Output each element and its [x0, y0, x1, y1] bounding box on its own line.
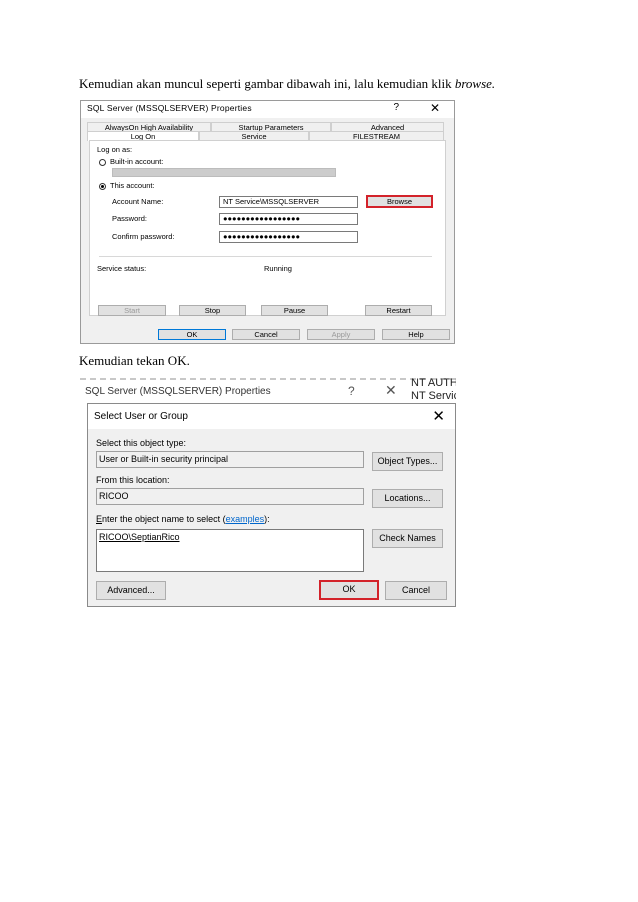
- object-name-input[interactable]: RICOO\SeptianRico: [96, 529, 364, 572]
- divider: [99, 256, 432, 257]
- confirm-password-field[interactable]: ●●●●●●●●●●●●●●●●●: [219, 231, 358, 243]
- password-field[interactable]: ●●●●●●●●●●●●●●●●●: [219, 213, 358, 225]
- object-name-value: RICOO\SeptianRico: [99, 532, 180, 542]
- cancel-button[interactable]: Cancel: [232, 329, 300, 340]
- location-field: RICOO: [96, 488, 364, 505]
- close-icon[interactable]: ✕: [430, 101, 440, 115]
- service-status-value: Running: [264, 264, 292, 273]
- log-on-panel: [89, 140, 446, 316]
- locations-button[interactable]: Locations...: [372, 489, 443, 508]
- background-close-icon: ✕: [385, 382, 397, 398]
- background-account-text-1: NT AUTHC: [411, 378, 456, 389]
- dialog-titlebar: SQL Server (MSSQLSERVER) Properties ? ✕: [81, 101, 454, 118]
- object-type-label: Select this object type:: [96, 438, 187, 448]
- service-status-label: Service status:: [97, 264, 147, 273]
- ok-button[interactable]: OK: [158, 329, 226, 340]
- account-name-field[interactable]: NT Service\MSSQLSERVER: [219, 196, 358, 208]
- start-button[interactable]: Start: [98, 305, 166, 316]
- account-name-label: Account Name:: [112, 197, 164, 206]
- object-types-button[interactable]: Object Types...: [372, 452, 443, 471]
- dialog-title: Select User or Group: [94, 411, 188, 422]
- dialog-titlebar: Select User or Group ✕: [88, 404, 455, 429]
- close-icon[interactable]: ✕: [432, 407, 445, 425]
- cancel-button[interactable]: Cancel: [385, 581, 447, 600]
- browse-button[interactable]: Browse: [366, 195, 433, 208]
- instruction-emphasis: browse.: [454, 76, 496, 91]
- builtin-account-select: [112, 168, 336, 177]
- ok-button[interactable]: OK: [319, 580, 379, 600]
- instruction-paragraph-2: Kemudian tekan OK.: [79, 353, 190, 368]
- instruction-paragraph-1: Kemudian akan muncul seperti gambar diba…: [79, 76, 495, 92]
- instruction-text: Kemudian akan muncul seperti gambar diba…: [79, 76, 455, 91]
- log-on-as-label: Log on as:: [97, 145, 133, 154]
- builtin-account-label: Built-in account:: [110, 157, 164, 166]
- object-type-field: User or Built-in security principal: [96, 451, 364, 468]
- restart-button[interactable]: Restart: [365, 305, 432, 316]
- check-names-button[interactable]: Check Names: [372, 529, 443, 548]
- object-name-label-text: nter the object name to select (: [102, 514, 226, 524]
- background-window-edge: [80, 378, 456, 380]
- builtin-account-radio[interactable]: [99, 159, 106, 166]
- help-button[interactable]: Help: [382, 329, 450, 340]
- this-account-radio[interactable]: [99, 183, 106, 190]
- sql-server-properties-screenshot: SQL Server (MSSQLSERVER) Properties ? ✕ …: [80, 100, 455, 344]
- dialog-title: SQL Server (MSSQLSERVER) Properties: [87, 103, 252, 113]
- object-name-label-end: ):: [264, 514, 270, 524]
- select-user-dialog: Select User or Group ✕ Select this objec…: [87, 403, 456, 607]
- background-account-text-2: NT Service': [411, 390, 456, 402]
- location-label: From this location:: [96, 475, 170, 485]
- this-account-label: This account:: [110, 181, 155, 190]
- advanced-button[interactable]: Advanced...: [96, 581, 166, 600]
- help-icon[interactable]: ?: [393, 102, 399, 113]
- apply-button[interactable]: Apply: [307, 329, 375, 340]
- background-dialog-title: SQL Server (MSSQLSERVER) Properties: [85, 386, 271, 397]
- object-name-label: Enter the object name to select (example…: [96, 514, 270, 524]
- examples-link[interactable]: examples: [226, 514, 265, 524]
- pause-button[interactable]: Pause: [261, 305, 328, 316]
- confirm-password-label: Confirm password:: [112, 232, 175, 241]
- stop-button[interactable]: Stop: [179, 305, 246, 316]
- select-user-or-group-screenshot: SQL Server (MSSQLSERVER) Properties ? ✕ …: [80, 378, 456, 607]
- background-help-icon: ?: [348, 384, 355, 398]
- password-label: Password:: [112, 214, 148, 223]
